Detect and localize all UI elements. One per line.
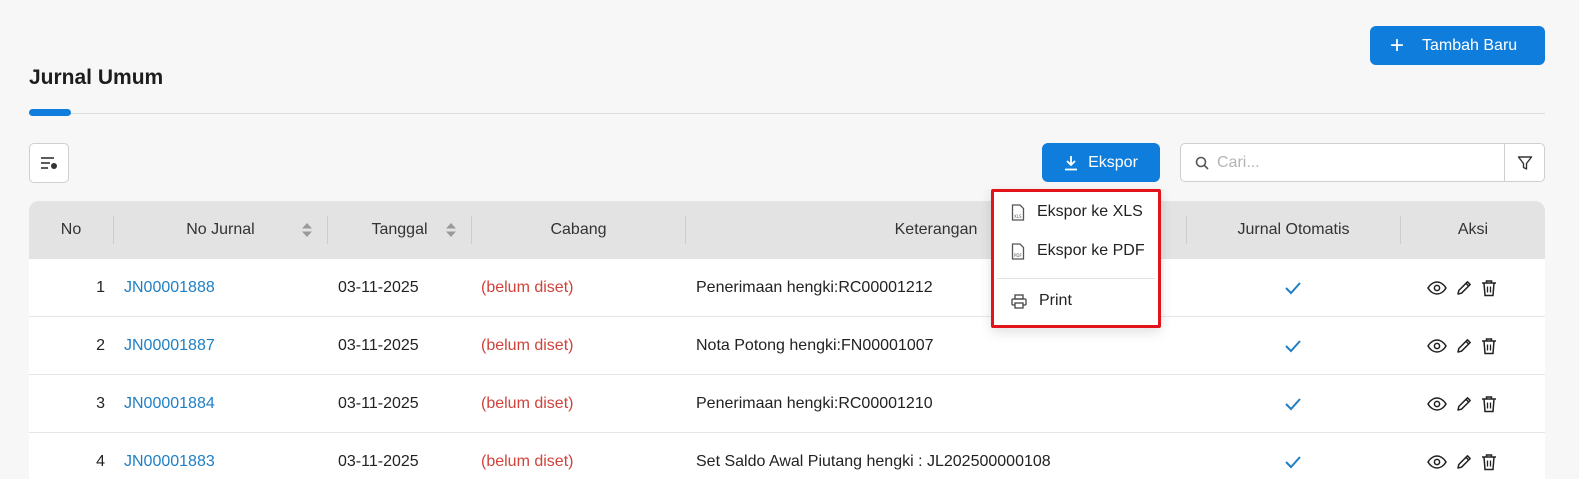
row-number: 4 [96, 453, 105, 470]
journal-date: 03-11-2025 [338, 395, 419, 412]
branch-value: (belum diset) [481, 337, 574, 354]
eye-icon[interactable] [1427, 281, 1447, 295]
pdf-file-icon: PDF [1011, 242, 1025, 260]
export-xls-item[interactable]: XLS Ekspor ke XLS [1011, 203, 1143, 221]
table-header: No No Jurnal Tanggal Cabang Keterangan J… [29, 201, 1545, 259]
auto-journal-cell [1279, 317, 1307, 375]
pencil-icon[interactable] [1455, 337, 1473, 355]
export-menu: XLS Ekspor ke XLS PDF Ekspor ke PDF Prin… [991, 189, 1161, 328]
pencil-icon[interactable] [1455, 395, 1473, 413]
column-header-no-jurnal[interactable]: No Jurnal [114, 201, 327, 259]
row-number: 3 [96, 395, 105, 412]
column-header-tanggal[interactable]: Tanggal [328, 201, 471, 259]
add-new-button[interactable]: + Tambah Baru [1370, 26, 1545, 65]
row-actions [1427, 317, 1497, 375]
print-label: Print [1039, 292, 1072, 309]
pencil-icon[interactable] [1455, 453, 1473, 471]
tab-indicator [29, 109, 71, 116]
branch-value: (belum diset) [481, 279, 574, 296]
row-number: 2 [96, 337, 105, 354]
journal-number-link[interactable]: JN00001883 [124, 433, 215, 479]
table-row: 1 JN00001888 03-11-2025 (belum diset) Peneri… [29, 259, 1545, 317]
filter-button[interactable] [1504, 143, 1545, 182]
check-icon [1285, 340, 1301, 353]
trash-icon[interactable] [1481, 279, 1497, 297]
plus-icon: + [1390, 31, 1405, 59]
column-header-cabang: Cabang [550, 221, 607, 238]
export-label: Ekspor [1088, 153, 1138, 171]
column-settings-button[interactable] [29, 143, 69, 183]
search-input[interactable] [1217, 153, 1497, 172]
description: Nota Potong hengki:FN00001007 [696, 337, 934, 354]
column-header-no: No [60, 221, 82, 238]
table-row: 2 JN00001887 03-11-2025 (belum diset) Nota P… [29, 317, 1545, 375]
page-title: Jurnal Umum [29, 66, 164, 89]
trash-icon[interactable] [1481, 337, 1497, 355]
check-icon [1285, 456, 1301, 469]
export-xls-label: Ekspor ke XLS [1037, 203, 1143, 220]
row-actions [1427, 375, 1497, 433]
search-box[interactable] [1180, 143, 1505, 182]
column-header-jurnal-otomatis: Jurnal Otomatis [1237, 221, 1350, 238]
description: Set Saldo Awal Piutang hengki : JL202500… [696, 453, 1051, 470]
sort-icon[interactable] [445, 221, 457, 239]
sort-icon[interactable] [301, 221, 313, 239]
check-icon [1285, 282, 1301, 295]
column-settings-icon [41, 157, 57, 169]
eye-icon[interactable] [1427, 339, 1447, 353]
auto-journal-cell [1279, 375, 1307, 433]
printer-icon [1011, 293, 1027, 309]
row-number: 1 [96, 279, 105, 296]
eye-icon[interactable] [1427, 455, 1447, 469]
export-pdf-label: Ekspor ke PDF [1037, 242, 1145, 259]
journal-number-link[interactable]: JN00001887 [124, 317, 215, 375]
table-row: 3 JN00001884 03-11-2025 (belum diset) Peneri… [29, 375, 1545, 433]
export-pdf-item[interactable]: PDF Ekspor ke PDF [1011, 242, 1145, 260]
journal-date: 03-11-2025 [338, 279, 419, 296]
trash-icon[interactable] [1481, 453, 1497, 471]
search-icon [1195, 156, 1209, 170]
tab-divider [29, 113, 1545, 114]
xls-file-icon: XLS [1011, 203, 1025, 221]
branch-value: (belum diset) [481, 395, 574, 412]
svg-text:XLS: XLS [1014, 214, 1022, 219]
table-row: 4 JN00001883 03-11-2025 (belum diset) Set Sa… [29, 433, 1545, 479]
export-button[interactable]: Ekspor [1042, 143, 1160, 182]
check-icon [1285, 398, 1301, 411]
row-actions [1427, 259, 1497, 317]
journal-date: 03-11-2025 [338, 337, 419, 354]
filter-icon [1517, 155, 1532, 170]
column-header-tanggal-label: Tanggal [371, 221, 428, 238]
column-header-no-jurnal-label: No Jurnal [186, 221, 255, 238]
download-icon [1065, 155, 1078, 170]
print-item[interactable]: Print [1011, 292, 1072, 310]
trash-icon[interactable] [1481, 395, 1497, 413]
column-header-aksi: Aksi [1457, 221, 1489, 238]
description: Penerimaan hengki:RC00001210 [696, 395, 933, 412]
auto-journal-cell [1279, 259, 1307, 317]
auto-journal-cell [1279, 433, 1307, 479]
branch-value: (belum diset) [481, 453, 574, 470]
journal-number-link[interactable]: JN00001884 [124, 375, 215, 433]
menu-divider [997, 278, 1155, 279]
add-new-label: Tambah Baru [1422, 36, 1518, 54]
pencil-icon[interactable] [1455, 279, 1473, 297]
journal-date: 03-11-2025 [338, 453, 419, 470]
description: Penerimaan hengki:RC00001212 [696, 279, 933, 296]
eye-icon[interactable] [1427, 397, 1447, 411]
journal-number-link[interactable]: JN00001888 [124, 259, 215, 317]
svg-text:PDF: PDF [1014, 253, 1022, 258]
row-actions [1427, 433, 1497, 479]
